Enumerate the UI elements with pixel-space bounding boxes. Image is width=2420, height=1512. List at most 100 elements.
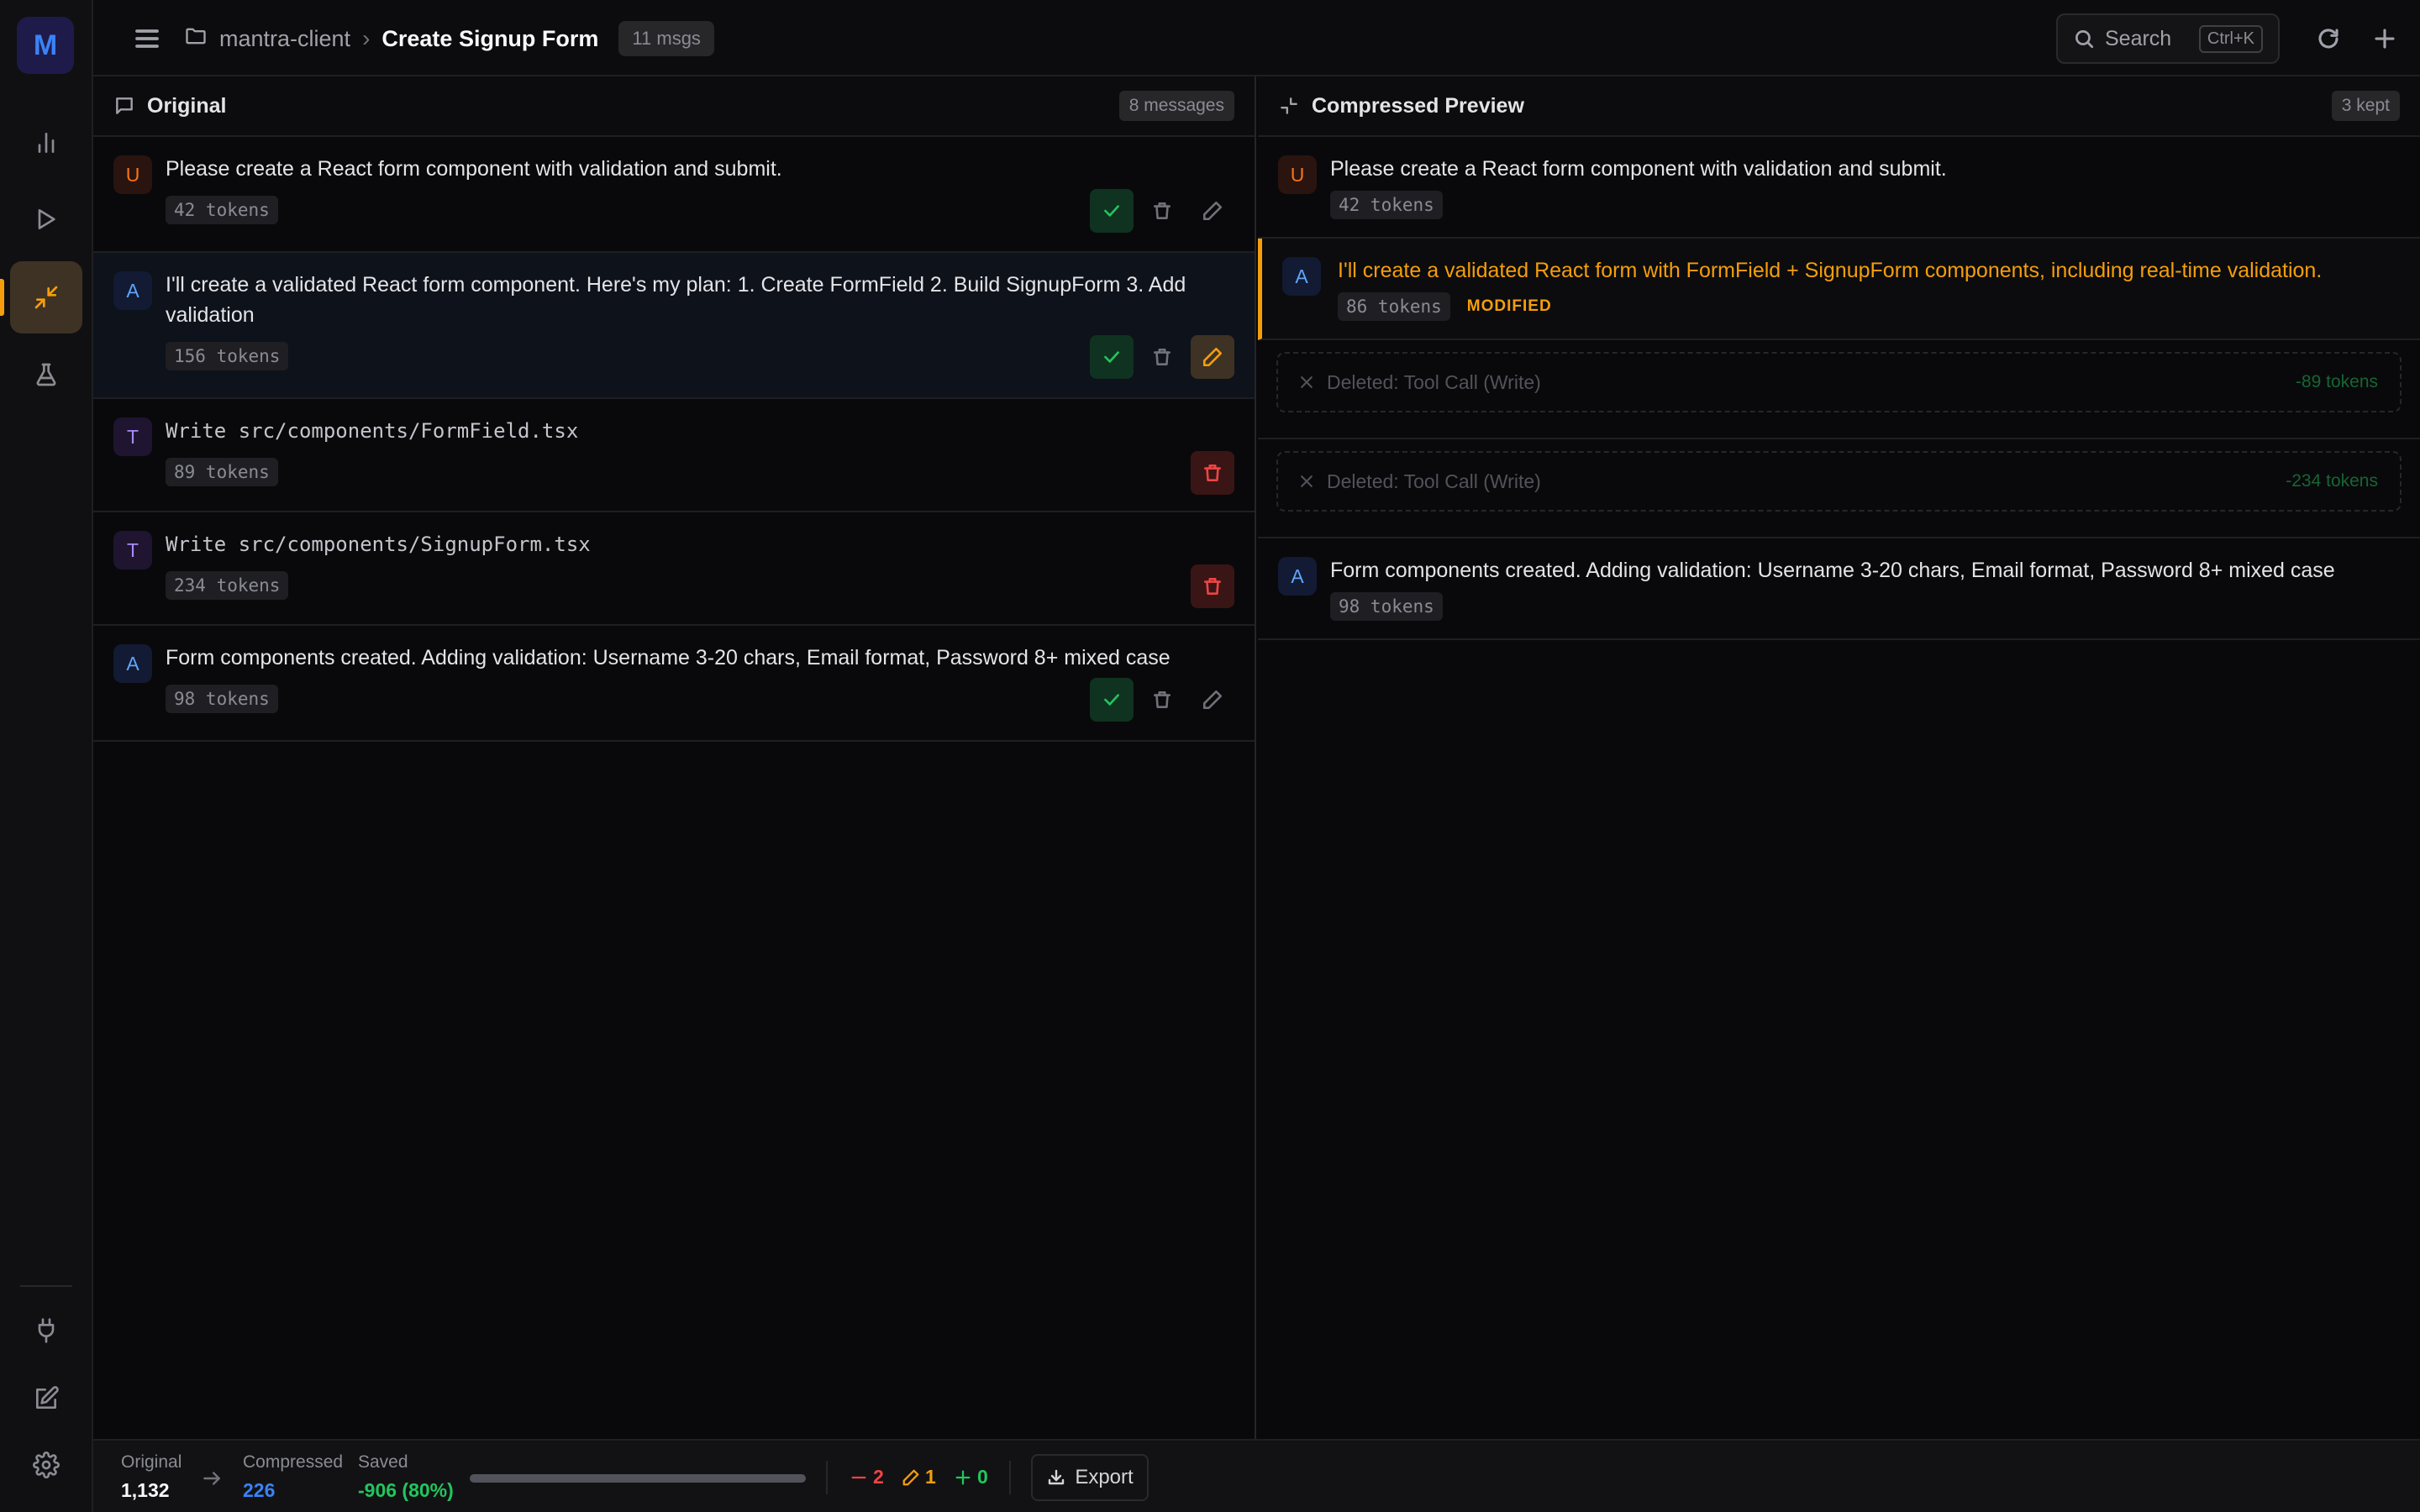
- download-icon: [1049, 1469, 1065, 1485]
- message-count-badge: 11 msgs: [618, 21, 714, 56]
- message-row[interactable]: A Form components created. Adding valida…: [93, 626, 1255, 742]
- preview-message-row: U Please create a React form component w…: [1258, 137, 2420, 239]
- new-button[interactable]: [2368, 22, 2402, 55]
- compressed-panel-header: Compressed Preview 3 kept: [1258, 76, 2420, 137]
- sidebar-item-run[interactable]: [10, 183, 82, 255]
- token-count: 98 tokens: [166, 685, 278, 713]
- divider: [1009, 1461, 1011, 1494]
- preview-message-row-modified: A I'll create a validated React form wit…: [1258, 239, 2420, 340]
- divider: [826, 1461, 828, 1494]
- edit-button[interactable]: [1191, 335, 1234, 379]
- saved-stat: Saved -906 (80%): [358, 1452, 454, 1502]
- saved-stat-value: -906 (80%): [358, 1479, 454, 1501]
- menu-toggle-button[interactable]: [132, 24, 162, 54]
- sidebar-item-edit[interactable]: [10, 1362, 82, 1435]
- token-count: 234 tokens: [166, 571, 289, 600]
- delete-button[interactable]: [1140, 335, 1184, 379]
- bar-chart-icon: [38, 133, 55, 153]
- sidebar-item-plugins[interactable]: [10, 1294, 82, 1367]
- edit-button[interactable]: [1191, 189, 1234, 233]
- arrow-right-icon: [201, 1467, 223, 1494]
- assistant-avatar: A: [1278, 557, 1317, 596]
- sidebar-item-experiments[interactable]: [10, 339, 82, 411]
- message-row[interactable]: A I'll create a validated React form com…: [93, 253, 1255, 399]
- message-row[interactable]: T Write src/components/SignupForm.tsx 23…: [93, 512, 1255, 626]
- keep-button[interactable]: [1090, 335, 1134, 379]
- pencil-icon: [1202, 201, 1223, 221]
- sidebar-item-settings[interactable]: [10, 1429, 82, 1501]
- message-row[interactable]: U Please create a React form component w…: [93, 137, 1255, 253]
- minimize-icon: [34, 286, 58, 309]
- sidebar-item-compress[interactable]: [10, 261, 82, 333]
- play-icon: [38, 209, 55, 229]
- message-text: I'll create a validated React form with …: [1338, 259, 2323, 282]
- stats-footer: Original 1,132 Compressed 226 Saved -906…: [93, 1439, 2420, 1512]
- flask-icon: [36, 363, 56, 386]
- original-stat-label: Original: [121, 1452, 182, 1472]
- tool-avatar: T: [113, 531, 152, 570]
- trash-icon: [1204, 465, 1221, 481]
- gear-icon: [33, 1452, 60, 1478]
- token-count: 86 tokens: [1338, 292, 1450, 321]
- export-button[interactable]: Export: [1031, 1454, 1149, 1501]
- original-panel: Original 8 messages U Please create a Re…: [93, 76, 1256, 1439]
- keep-button[interactable]: [1090, 189, 1134, 233]
- breadcrumb-project[interactable]: mantra-client: [219, 26, 350, 52]
- compressed-stat-label: Compressed: [243, 1452, 344, 1472]
- plug-icon: [38, 1318, 55, 1343]
- delete-button[interactable]: [1140, 189, 1184, 233]
- pencil-icon: [1202, 347, 1223, 367]
- compressed-stat: Compressed 226: [243, 1452, 343, 1502]
- folder-icon: [184, 24, 208, 54]
- deleted-placeholder: Deleted: Tool Call (Write) -234 tokens: [1276, 451, 2402, 512]
- app-logo[interactable]: M: [17, 17, 74, 74]
- sidebar: M: [0, 0, 93, 1512]
- message-row[interactable]: T Write src/components/FormField.tsx 89 …: [93, 399, 1255, 512]
- delete-button[interactable]: [1191, 564, 1234, 608]
- token-count: 42 tokens: [1330, 191, 1443, 219]
- kept-count-badge: 3 kept: [2331, 91, 2400, 121]
- user-avatar: U: [1278, 155, 1317, 194]
- token-count: 98 tokens: [1330, 592, 1443, 621]
- assistant-avatar: A: [113, 644, 152, 683]
- export-label: Export: [1075, 1466, 1134, 1488]
- message-text: Form components created. Adding validati…: [166, 646, 1171, 669]
- tool-avatar: T: [113, 417, 152, 456]
- trash-icon: [1154, 202, 1171, 219]
- saved-stat-label: Saved: [358, 1452, 408, 1472]
- trash-icon: [1154, 349, 1171, 365]
- keep-button[interactable]: [1090, 678, 1134, 722]
- search-icon: [2075, 29, 2094, 49]
- assistant-avatar: A: [1282, 257, 1321, 296]
- hamburger-icon: [135, 29, 159, 48]
- trash-icon: [1154, 691, 1171, 708]
- token-count: 42 tokens: [166, 196, 278, 224]
- search-placeholder: Search: [2105, 26, 2172, 50]
- plus-icon: [955, 1470, 971, 1484]
- edit-button[interactable]: [1191, 678, 1234, 722]
- sidebar-item-analytics[interactable]: [10, 107, 82, 179]
- pencil-icon: [902, 1469, 919, 1485]
- sidebar-divider: [20, 1285, 72, 1287]
- search-shortcut: Ctrl+K: [2198, 24, 2263, 53]
- deleted-tokens: -89 tokens: [2295, 372, 2378, 391]
- trash-icon: [1204, 578, 1221, 595]
- added-count-value: 0: [977, 1466, 988, 1488]
- delete-button[interactable]: [1140, 678, 1184, 722]
- deleted-count: 2: [850, 1466, 884, 1488]
- compressed-panel-title: Compressed Preview: [1312, 93, 1524, 118]
- x-icon: [1301, 376, 1313, 388]
- savings-progress-fill: [470, 1474, 806, 1483]
- refresh-button[interactable]: [2312, 22, 2345, 55]
- deleted-tokens: -234 tokens: [2286, 471, 2378, 491]
- original-stat-value: 1,132: [121, 1479, 170, 1501]
- compress-icon: [1281, 97, 1297, 114]
- pencil-icon: [1202, 690, 1223, 710]
- delete-button[interactable]: [1191, 451, 1234, 495]
- x-icon: [1301, 475, 1313, 487]
- added-count: 0: [954, 1466, 988, 1488]
- preview-message-row: A Form components created. Adding valida…: [1258, 538, 2420, 640]
- deleted-placeholder: Deleted: Tool Call (Write) -89 tokens: [1276, 352, 2402, 412]
- original-stat: Original 1,132: [121, 1452, 182, 1502]
- search-button[interactable]: Search Ctrl+K: [2056, 13, 2280, 64]
